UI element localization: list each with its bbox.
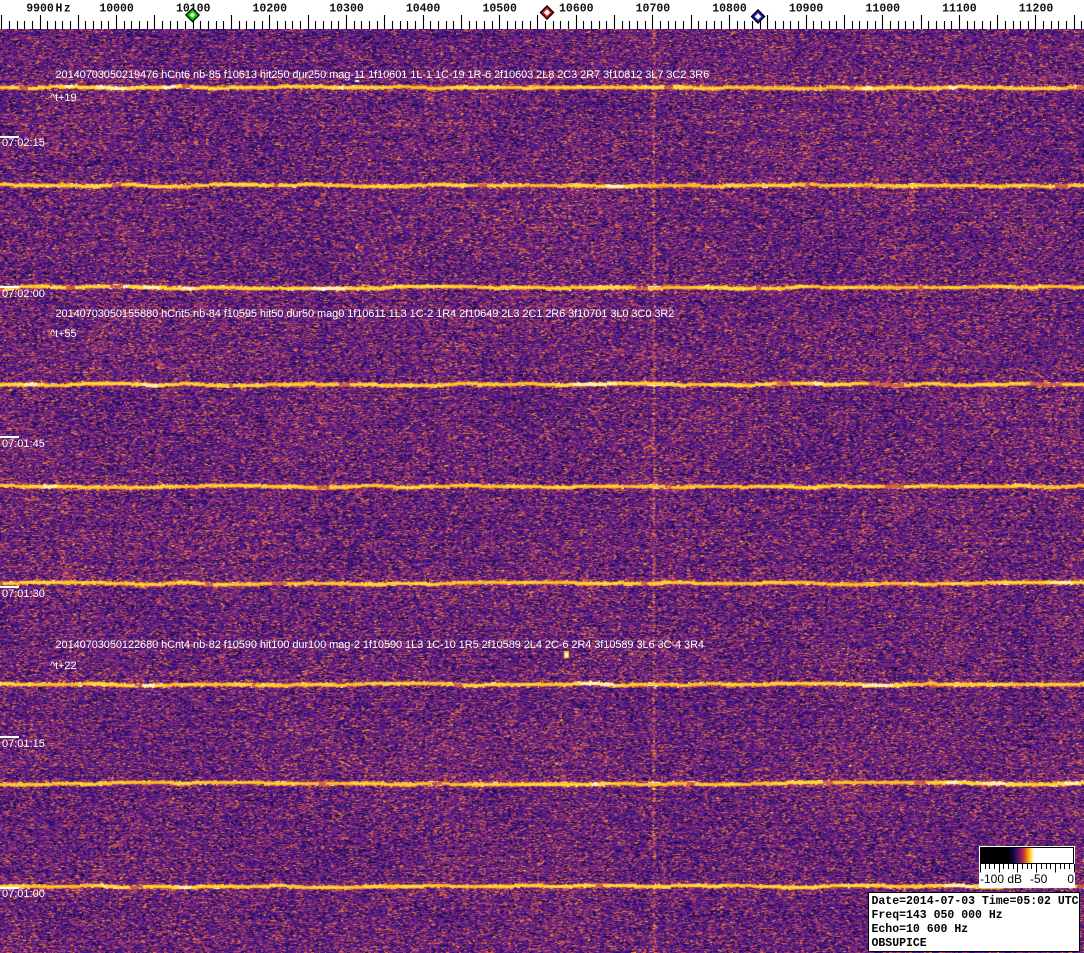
svg-text:9900: 9900 [26, 3, 54, 16]
svg-text:10500: 10500 [482, 3, 517, 16]
svg-text:11200: 11200 [1019, 3, 1054, 16]
svg-text:10600: 10600 [559, 3, 594, 16]
svg-text:10300: 10300 [329, 3, 364, 16]
svg-text:10700: 10700 [636, 3, 671, 16]
svg-text:11000: 11000 [866, 3, 901, 16]
svg-text:Hz: Hz [56, 3, 73, 16]
svg-text:10900: 10900 [789, 3, 824, 16]
svg-text:10400: 10400 [406, 3, 441, 16]
svg-text:11100: 11100 [942, 3, 977, 16]
svg-text:10000: 10000 [99, 3, 134, 16]
svg-text:10800: 10800 [712, 3, 747, 16]
svg-text:10200: 10200 [253, 3, 288, 16]
